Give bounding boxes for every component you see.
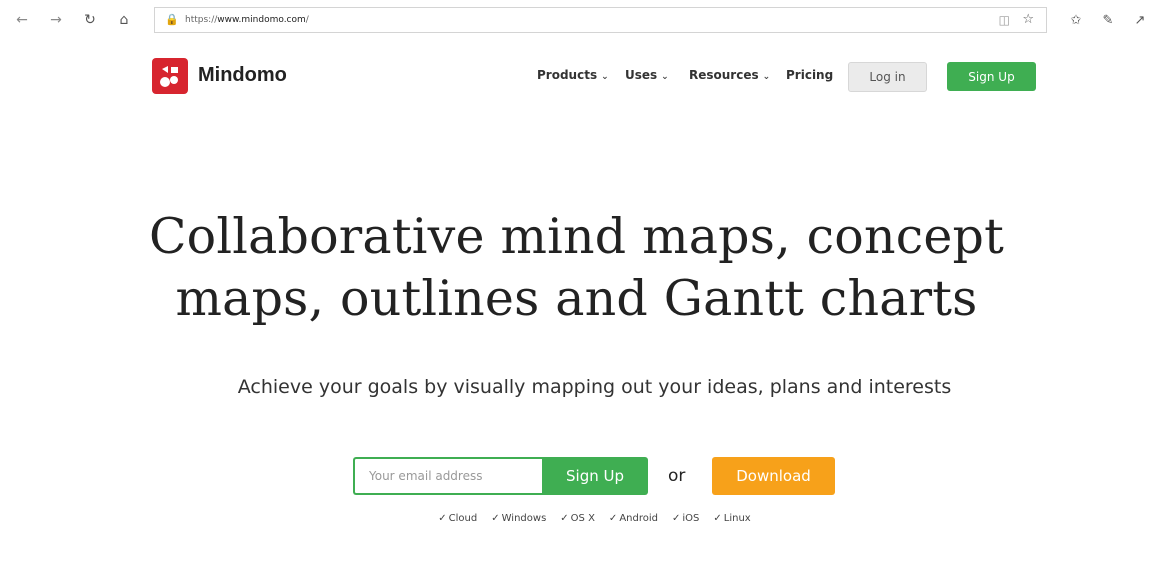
hero-title-line1: Collaborative mind maps, concept (148, 208, 1005, 265)
forward-arrow-icon[interactable]: → (46, 10, 66, 30)
platform-label: Linux (723, 513, 751, 524)
login-button[interactable]: Log in (848, 62, 927, 92)
platform-item: ✓ Android (609, 513, 658, 524)
hero-title: Collaborative mind maps, concept maps, o… (0, 206, 1153, 330)
check-icon: ✓ (671, 513, 681, 524)
platform-label: Windows (501, 513, 547, 524)
platform-item: ✓ Windows (491, 513, 546, 524)
share-icon[interactable]: ↗ (1130, 10, 1150, 30)
platform-item: ✓ iOS (672, 513, 699, 524)
menu-uses[interactable]: Uses ⌄ (625, 68, 669, 82)
hero-subtitle: Achieve your goals by visually mapping o… (237, 376, 952, 398)
check-icon: ✓ (608, 513, 618, 524)
mindomo-logo-icon[interactable] (152, 58, 188, 94)
check-icon: ✓ (713, 513, 722, 524)
platform-label: Android (619, 513, 658, 524)
platform-label: iOS (682, 513, 700, 524)
check-icon: ✓ (438, 513, 447, 524)
menu-resources-label: Resources (689, 68, 759, 82)
reading-view-icon[interactable]: ◫ (999, 13, 1010, 27)
address-url: https://www.mindomo.com/ (185, 15, 309, 25)
back-arrow-icon[interactable]: ← (12, 10, 32, 30)
menu-pricing-label: Pricing (786, 68, 834, 82)
chevron-down-icon: ⌄ (762, 72, 771, 82)
menu-pricing[interactable]: Pricing (786, 68, 833, 82)
signup-button[interactable]: Sign Up (542, 457, 648, 495)
menu-products-label: Products (537, 68, 598, 82)
chevron-down-icon: ⌄ (601, 72, 609, 82)
platform-list: ✓ Cloud ✓ Windows ✓ OS X ✓ Android ✓ iOS ✓ Lin… (0, 513, 1153, 524)
email-field[interactable] (355, 459, 543, 493)
platform-item: ✓ Cloud (438, 513, 477, 524)
menu-uses-label: Uses (625, 68, 658, 82)
or-separator: or (668, 466, 686, 486)
refresh-icon[interactable]: ↻ (80, 10, 100, 30)
chevron-down-icon: ⌄ (661, 72, 669, 82)
platform-label: Cloud (448, 513, 478, 524)
brand-name[interactable]: Mindomo (198, 64, 287, 87)
download-button[interactable]: Download (712, 457, 835, 495)
platform-label: OS X (570, 513, 595, 524)
hero-title-line2: maps, outlines and Gantt charts (175, 270, 978, 327)
platform-item: ✓ OS X (560, 513, 595, 524)
pen-notes-icon[interactable]: ✎ (1098, 10, 1118, 30)
email-field-wrapper (353, 457, 543, 495)
lock-icon: 🔒 (165, 13, 179, 26)
platform-item: ✓ Linux (713, 513, 750, 524)
header-signup-button[interactable]: Sign Up (947, 62, 1036, 91)
check-icon: ✓ (491, 513, 500, 524)
favorite-star-icon[interactable]: ☆ (1022, 12, 1034, 27)
browser-toolbar: ← → ↻ ⌂ 🔒 https://www.mindomo.com/ ◫ ☆ ✩… (0, 0, 1153, 40)
home-icon[interactable]: ⌂ (114, 10, 134, 30)
address-bar[interactable]: 🔒 https://www.mindomo.com/ ◫ ☆ (154, 7, 1047, 33)
check-icon: ✓ (560, 513, 569, 524)
menu-resources[interactable]: Resources ⌄ (689, 68, 770, 82)
favorites-icon[interactable]: ✩ (1066, 10, 1086, 30)
menu-products[interactable]: Products ⌄ (537, 68, 609, 82)
logo-glyph-icon (160, 66, 178, 87)
